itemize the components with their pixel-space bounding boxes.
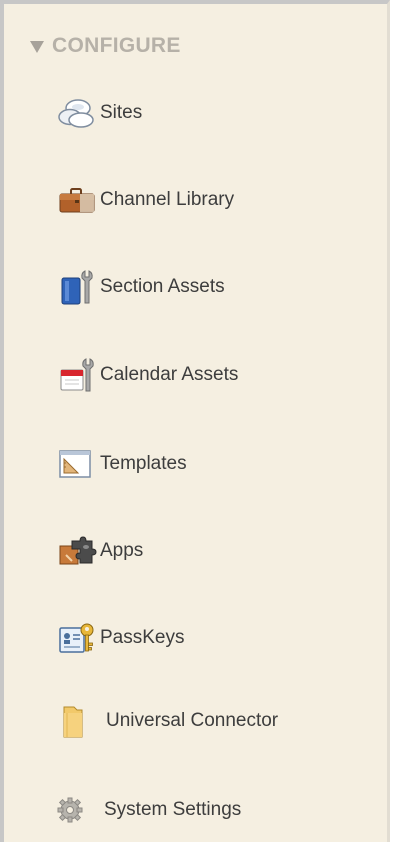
section-wrench-icon	[56, 267, 100, 307]
menu-item-channel-library[interactable]: Channel Library	[56, 180, 376, 220]
gear-icon	[56, 790, 104, 830]
menu-item-label: Apps	[100, 540, 144, 561]
menu-item-section-assets[interactable]: Section Assets	[56, 267, 376, 307]
menu-item-universal-connector[interactable]: Universal Connector	[56, 701, 376, 741]
configure-section-header[interactable]: CONFIGURE	[30, 34, 181, 58]
menu-item-apps[interactable]: Apps	[56, 531, 376, 571]
template-icon	[56, 444, 100, 484]
menu-item-calendar-assets[interactable]: Calendar Assets	[56, 355, 376, 395]
briefcase-icon	[56, 180, 100, 220]
menu-item-passkeys[interactable]: PassKeys	[56, 618, 376, 658]
menu-item-templates[interactable]: Templates	[56, 444, 376, 484]
menu-item-label: Universal Connector	[106, 710, 279, 731]
puzzle-icon	[56, 531, 100, 571]
clouds-icon	[56, 93, 100, 133]
menu-item-label: Calendar Assets	[100, 364, 239, 385]
configure-panel: CONFIGURE Sites Channel Library Section …	[0, 0, 390, 842]
triangle-down-icon	[30, 41, 44, 53]
menu-item-system-settings[interactable]: System Settings	[56, 790, 376, 830]
menu-item-label: System Settings	[104, 799, 242, 820]
menu-item-label: PassKeys	[100, 627, 185, 648]
calendar-wrench-icon	[56, 355, 100, 395]
passkey-icon	[56, 618, 100, 658]
menu-item-label: Templates	[100, 453, 187, 474]
menu-item-label: Channel Library	[100, 189, 235, 210]
menu-item-label: Section Assets	[100, 276, 225, 297]
section-title: CONFIGURE	[52, 34, 181, 57]
menu-item-label: Sites	[100, 102, 143, 123]
menu-item-sites[interactable]: Sites	[56, 93, 376, 133]
folder-icon	[56, 701, 106, 741]
